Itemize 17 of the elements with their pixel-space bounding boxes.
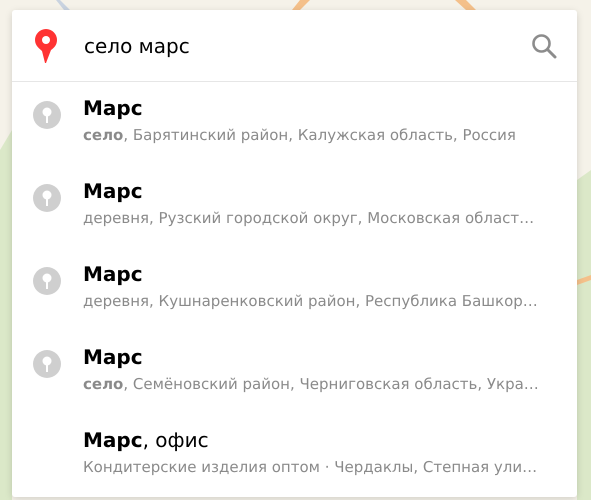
suggestion-address: Кондитерские изделия оптом · Чердаклы, Степная ули… (83, 458, 538, 476)
suggestion-address: село, Барятинский район, Калужская область, Россия (83, 126, 516, 144)
suggestion-address: деревня, Кушнаренковский район, Республика Башкор… (83, 292, 538, 310)
suggestion-address: село, Семёновский район, Черниговская область, Укра… (83, 375, 539, 393)
suggestion-title[interactable]: Марс (83, 179, 534, 203)
suggestion-address: деревня, Рузский городской округ, Московская област… (83, 209, 534, 227)
pin-icon (32, 266, 62, 296)
pin-icon (32, 183, 62, 213)
map-pin-logo-icon (34, 28, 58, 64)
pin-icon (32, 349, 62, 379)
search-icon[interactable] (531, 32, 557, 58)
pin-icon (32, 100, 62, 130)
suggestion-title[interactable]: Марс (83, 345, 539, 369)
suggestion-title[interactable]: Марс (83, 96, 516, 120)
business-title[interactable]: Марс, офис (83, 428, 538, 452)
suggestion-title[interactable]: Марс (83, 262, 538, 286)
search-field[interactable]: село марс (84, 30, 531, 60)
